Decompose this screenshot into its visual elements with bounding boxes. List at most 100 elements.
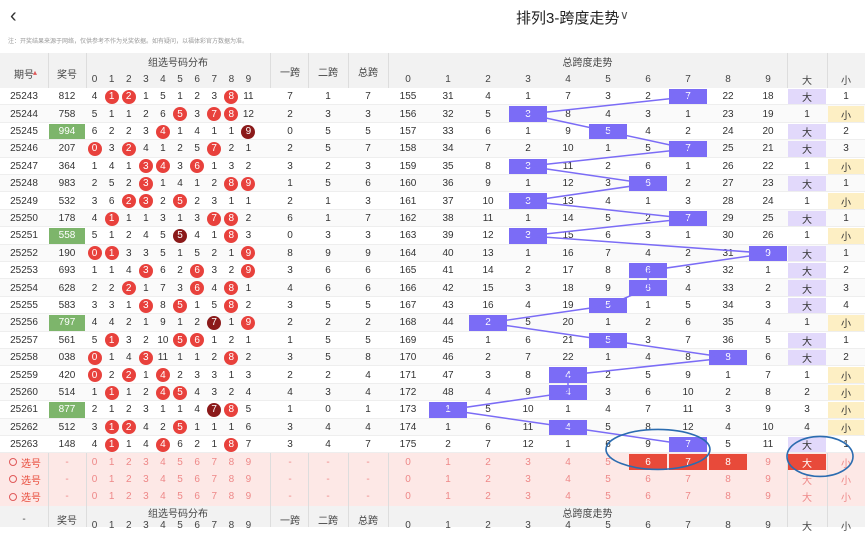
trend-selected-digit[interactable]: 6	[629, 454, 667, 470]
chevron-down-icon[interactable]: ∨	[620, 8, 629, 22]
select-trend-digit[interactable]: 9	[749, 489, 787, 504]
select-dist-digit[interactable]: 6	[189, 471, 206, 488]
select-trend-digit[interactable]: 6	[629, 472, 667, 487]
row-big: 大	[788, 350, 826, 366]
trend-miss-count: 4	[525, 299, 531, 311]
select-dist-digit[interactable]: 4	[154, 488, 171, 505]
select-small[interactable]: 小	[828, 489, 864, 504]
row-period: 25257	[10, 334, 38, 346]
select-big[interactable]: 大	[788, 454, 826, 470]
select-dist-digit[interactable]: 9	[240, 453, 257, 470]
row-prize: 628	[58, 282, 76, 294]
select-dist-digit[interactable]: 3	[137, 471, 154, 488]
row-small: 1	[843, 212, 849, 224]
select-dist-digit[interactable]: 5	[172, 488, 189, 505]
select-trend-digit[interactable]: 8	[709, 472, 747, 487]
prize-ball: 1	[104, 246, 119, 261]
select-trend-digit[interactable]: 1	[429, 472, 467, 487]
select-dist-digit[interactable]: 1	[103, 488, 120, 505]
back-chevron-icon[interactable]: ‹	[10, 5, 17, 28]
select-trend-digit[interactable]: 9	[749, 472, 787, 487]
select-dist-digit[interactable]: 8	[223, 471, 240, 488]
select-dist-digit[interactable]: 1	[103, 471, 120, 488]
select-dist-digit[interactable]: 3	[137, 453, 154, 470]
select-trend-digit[interactable]: 5	[589, 454, 627, 469]
trend-miss-count: 2	[645, 317, 651, 329]
trend-selected-digit[interactable]: 7	[669, 454, 707, 470]
row-period: 25243	[10, 91, 38, 103]
select-row-label[interactable]: 选号	[2, 471, 48, 488]
header-period[interactable]: 期号	[0, 63, 48, 83]
sort-arrow-icon[interactable]: ▴	[31, 67, 39, 77]
select-trend-digit[interactable]: 7	[669, 489, 707, 504]
select-dist-digit[interactable]: 7	[206, 488, 223, 505]
radio-circle-icon[interactable]	[9, 492, 17, 501]
select-dist-digit[interactable]: 8	[223, 453, 240, 470]
select-trend-digit[interactable]: 5	[589, 472, 627, 487]
select-dist-digit[interactable]: 8	[223, 488, 240, 505]
trend-miss-count: 35	[442, 160, 454, 172]
select-dist-digit[interactable]: 3	[137, 488, 154, 505]
select-dist-digit[interactable]: 0	[86, 488, 103, 505]
select-trend-digit[interactable]: 6	[629, 489, 667, 504]
select-trend-digit[interactable]: 0	[389, 472, 427, 487]
select-dist-digit[interactable]: 4	[154, 453, 171, 470]
select-trend-digit[interactable]: 5	[589, 489, 627, 504]
dist-miss-count: 3	[211, 386, 218, 398]
page-title[interactable]: 排列3-跨度走势	[516, 7, 619, 28]
trend-miss-count: 169	[399, 334, 417, 346]
select-trend-digit[interactable]: 2	[469, 489, 507, 504]
select-trend-digit[interactable]: 0	[389, 454, 427, 469]
select-dist-digit[interactable]: 4	[154, 471, 171, 488]
select-trend-digit[interactable]: 2	[469, 454, 507, 469]
radio-circle-icon[interactable]	[9, 475, 17, 484]
trend-miss-count: 32	[722, 265, 734, 277]
select-dist-digit[interactable]: 7	[206, 471, 223, 488]
prize-ball: 8	[224, 211, 239, 226]
select-trend-digit[interactable]: 2	[469, 472, 507, 487]
select-dist-digit[interactable]: 2	[120, 453, 137, 470]
select-dist-digit[interactable]: 5	[172, 453, 189, 470]
select-big[interactable]: 大	[788, 472, 826, 487]
dist-miss-count: 1	[228, 195, 235, 207]
select-trend-digit[interactable]: 4	[549, 454, 587, 469]
trend-hit-cell: 1	[429, 402, 467, 418]
select-trend-digit[interactable]: 1	[429, 454, 467, 469]
row-span1: 6	[287, 212, 293, 224]
select-trend-digit[interactable]: 3	[509, 472, 547, 487]
radio-circle-icon[interactable]	[9, 458, 17, 467]
select-small[interactable]: 小	[828, 454, 864, 470]
select-dist-digit[interactable]: 0	[86, 471, 103, 488]
trend-miss-count: 3	[685, 265, 691, 277]
select-row-label[interactable]: 选号	[2, 453, 48, 470]
row-total-span: 7	[365, 212, 371, 224]
trend-miss-count: 28	[722, 195, 734, 207]
select-trend-digit[interactable]: 0	[389, 489, 427, 504]
select-dist-digit[interactable]: 6	[189, 488, 206, 505]
select-dist-digit[interactable]: 2	[120, 488, 137, 505]
select-trend-digit[interactable]: 8	[709, 489, 747, 504]
select-dist-digit[interactable]: 9	[240, 488, 257, 505]
dist-miss-count: 5	[108, 178, 115, 190]
select-row-label[interactable]: 选号	[2, 488, 48, 505]
select-big[interactable]: 大	[788, 489, 826, 504]
select-trend-digit[interactable]: 9	[749, 454, 787, 469]
select-dist-digit[interactable]: 7	[206, 453, 223, 470]
trend-miss-count: 23	[762, 178, 774, 190]
select-trend-digit[interactable]: 7	[669, 472, 707, 487]
select-dist-digit[interactable]: 6	[189, 453, 206, 470]
select-dist-digit[interactable]: 2	[120, 471, 137, 488]
select-dist-digit[interactable]: 5	[172, 471, 189, 488]
trend-miss-count: 7	[525, 352, 531, 364]
select-trend-digit[interactable]: 3	[509, 454, 547, 469]
select-trend-digit[interactable]: 3	[509, 489, 547, 504]
row-total-span: 9	[365, 247, 371, 259]
select-trend-digit[interactable]: 4	[549, 472, 587, 487]
select-dist-digit[interactable]: 0	[86, 453, 103, 470]
select-dist-digit[interactable]: 9	[240, 471, 257, 488]
select-trend-digit[interactable]: 4	[549, 489, 587, 504]
select-trend-digit[interactable]: 1	[429, 489, 467, 504]
trend-selected-digit[interactable]: 8	[709, 454, 747, 470]
select-dist-digit[interactable]: 1	[103, 453, 120, 470]
select-small[interactable]: 小	[828, 472, 864, 487]
